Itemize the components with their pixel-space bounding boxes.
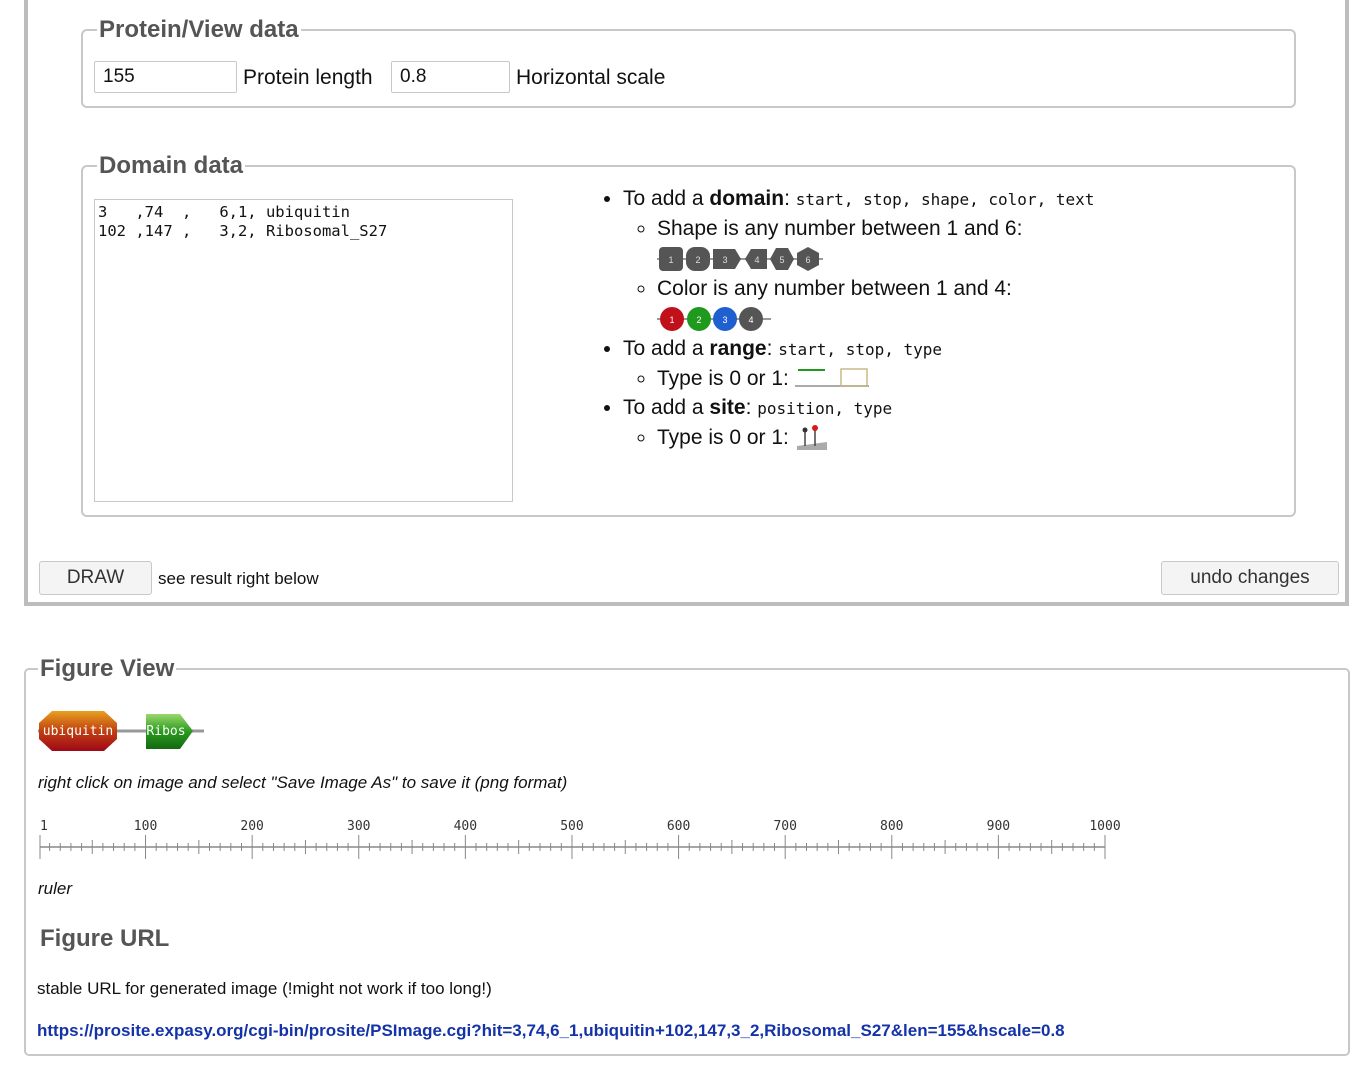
- ruler-tick-label: 100: [134, 819, 157, 834]
- ruler-tick-label: 500: [560, 819, 583, 834]
- ruler-tick-label: 700: [773, 819, 796, 834]
- protein-view-legend: Protein/View data: [99, 16, 299, 43]
- shape-3-num: 3: [722, 255, 727, 265]
- ruler-tick-label: 1: [40, 819, 48, 834]
- help-domain-params: start, stop, shape, color, text: [795, 190, 1095, 209]
- color-examples-image: 1 2 3 4: [657, 307, 771, 331]
- protein-length-input[interactable]: [94, 61, 237, 93]
- help-shape-item: Shape is any number between 1 and 6: 1 2…: [657, 214, 1303, 274]
- domain-ribosomal-label: Ribos: [146, 724, 185, 739]
- color-2-num: 2: [696, 315, 701, 325]
- protein-figure-image: ubiquitin Ribos: [38, 711, 204, 751]
- site-types-image: [796, 425, 827, 451]
- ruler-tick-label: 600: [667, 819, 690, 834]
- ruler-caption: ruler: [38, 879, 73, 898]
- protein-view-fieldset: Protein/View data: [81, 16, 1296, 108]
- ruler-image: 1 100 200 300 400 500 600 700 800 900 1000: [39, 819, 1121, 859]
- help-shape-text: Shape is any number between 1 and 6:: [657, 217, 1023, 240]
- ruler-tick-label: 900: [987, 819, 1010, 834]
- help-range-prefix: To add a: [623, 337, 710, 360]
- help-item-domain: To add a domain: start, stop, shape, col…: [623, 184, 1303, 334]
- draw-hint-text: see result right below: [158, 569, 319, 588]
- help-range-params: start, stop, type: [778, 340, 943, 359]
- help-site-type-text: Type is 0 or 1:: [657, 426, 789, 449]
- domain-data-legend: Domain data: [99, 152, 244, 179]
- color-1-num: 1: [669, 315, 674, 325]
- horizontal-scale-input[interactable]: [391, 61, 510, 93]
- horizontal-scale-label: Horizontal scale: [516, 66, 666, 89]
- help-item-range: To add a range: start, stop, type Type i…: [623, 334, 1303, 393]
- help-color-item: Color is any number between 1 and 4: 1 2…: [657, 274, 1303, 334]
- figure-url-link[interactable]: https://prosite.expasy.org/cgi-bin/prosi…: [37, 1021, 1065, 1041]
- undo-changes-button[interactable]: undo changes: [1161, 561, 1339, 595]
- help-site-prefix: To add a: [623, 396, 710, 419]
- ruler-tick-label: 400: [454, 819, 477, 834]
- domain-data-textarea[interactable]: [94, 199, 513, 502]
- figure-view-legend: Figure View: [40, 655, 175, 682]
- ruler-tick-label: 1000: [1089, 819, 1120, 834]
- save-image-hint: right click on image and select "Save Im…: [38, 773, 568, 792]
- help-item-site: To add a site: position, type Type is 0 …: [623, 393, 1303, 452]
- help-site-type-item: Type is 0 or 1:: [657, 423, 1303, 452]
- shape-4-num: 4: [754, 255, 759, 265]
- ruler-tick-label: 300: [347, 819, 370, 834]
- help-domain-prefix: To add a: [623, 187, 710, 210]
- shape-5-num: 5: [779, 255, 784, 265]
- domain-ubiquitin-label: ubiquitin: [43, 724, 113, 739]
- protein-length-label: Protein length: [243, 66, 373, 89]
- help-domain-word: domain: [709, 187, 785, 210]
- figure-url-note: stable URL for generated image (!might n…: [37, 979, 492, 998]
- shape-2-num: 2: [695, 255, 700, 265]
- range-types-image: [794, 368, 869, 388]
- help-site-params: position, type: [757, 399, 893, 418]
- shape-1-num: 1: [668, 255, 673, 265]
- color-3-num: 3: [722, 315, 727, 325]
- domain-help-list: To add a domain: start, stop, shape, col…: [603, 184, 1303, 452]
- figure-url-heading: Figure URL: [40, 925, 170, 952]
- help-site-word: site: [709, 396, 746, 419]
- help-range-word: range: [709, 337, 767, 360]
- shape-examples-image: 1 2 3 4 5 6: [657, 247, 823, 271]
- color-4-num: 4: [748, 315, 753, 325]
- draw-button[interactable]: DRAW: [39, 561, 152, 595]
- ruler-tick-label: 200: [240, 819, 263, 834]
- shape-6-num: 6: [805, 255, 810, 265]
- ruler-tick-label: 800: [880, 819, 903, 834]
- help-range-type-text: Type is 0 or 1:: [657, 367, 789, 390]
- help-range-type-item: Type is 0 or 1:: [657, 364, 1303, 393]
- help-color-text: Color is any number between 1 and 4:: [657, 277, 1012, 300]
